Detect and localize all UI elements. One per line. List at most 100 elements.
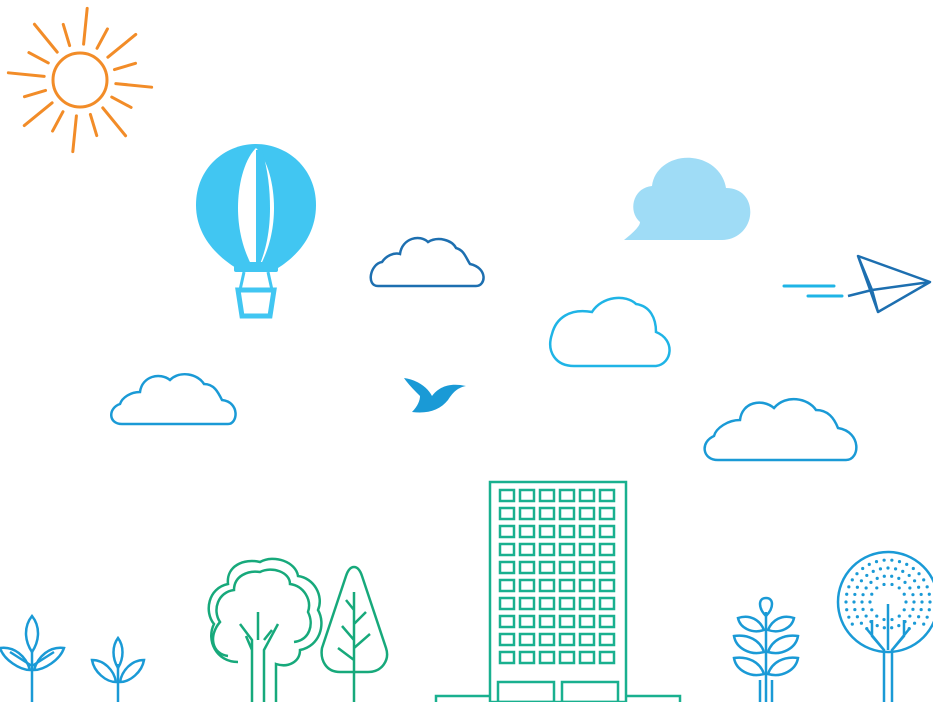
canopy-dot: [882, 582, 886, 587]
canopy-dot: [853, 607, 857, 612]
canopy-dot: [859, 621, 864, 625]
canopy-dot: [902, 608, 906, 612]
canopy-dot: [911, 593, 915, 597]
building-window: [518, 650, 536, 665]
building-window: [578, 488, 596, 503]
canopy-dot: [903, 580, 907, 584]
sun-ray: [95, 27, 109, 50]
canopy-dot: [925, 585, 929, 589]
building-window: [558, 488, 576, 503]
bird-icon: [404, 378, 466, 413]
building-window: [578, 506, 596, 521]
building-window: [578, 596, 596, 611]
canopy-dot: [927, 608, 931, 612]
canopy-dot: [928, 600, 932, 604]
canopy-dot: [882, 574, 886, 578]
building-window: [598, 542, 616, 557]
sun-ray: [71, 114, 78, 154]
sun-icon: [6, 6, 154, 154]
building-window: [598, 506, 616, 521]
building-window: [578, 614, 596, 629]
canopy-dot: [870, 608, 874, 612]
hot-air-balloon-icon: [196, 144, 316, 319]
sun-ray: [101, 106, 128, 138]
building-window: [578, 560, 596, 575]
building-window: [558, 632, 576, 647]
canopy-dot: [875, 614, 879, 618]
canopy-dot: [893, 567, 898, 571]
canopy-dot: [897, 614, 901, 618]
building-window: [538, 650, 556, 665]
building-window: [598, 488, 616, 503]
building-window: [578, 650, 596, 665]
canopy-dot: [875, 576, 879, 580]
building-window: [518, 578, 536, 593]
building-window: [598, 560, 616, 575]
sun-ray: [110, 95, 133, 109]
building-window: [498, 596, 516, 611]
canopy-dot: [911, 566, 915, 571]
canopy-dot: [886, 566, 890, 570]
canopy-dot: [912, 600, 916, 604]
canopy-dot: [925, 615, 929, 619]
canopy-dot: [875, 586, 879, 590]
canopy-dot: [869, 580, 873, 584]
sun-ray: [82, 6, 89, 46]
building-window: [518, 596, 536, 611]
building-window: [538, 578, 556, 593]
canopy-dot: [904, 600, 908, 604]
city-sky-illustration: [0, 6, 933, 702]
building-window: [498, 650, 516, 665]
canopy-dot: [890, 558, 894, 562]
building-window: [598, 578, 616, 593]
building-window: [538, 524, 556, 539]
canopy-dot: [861, 607, 865, 611]
building-window: [598, 524, 616, 539]
sun-ray: [22, 101, 54, 128]
cloud-icon: [369, 236, 485, 288]
canopy-dot: [890, 617, 894, 622]
building-window: [558, 506, 576, 521]
canopy-dot: [908, 614, 912, 618]
building-window: [498, 560, 516, 575]
canopy-dot: [855, 585, 859, 589]
canopy-dot: [890, 582, 894, 587]
canopy-dot: [861, 593, 865, 597]
building-window: [538, 614, 556, 629]
building-window: [518, 506, 536, 521]
building-window: [598, 632, 616, 647]
canopy-dot: [868, 600, 872, 604]
building-window: [538, 506, 556, 521]
canopy-dot: [890, 626, 894, 630]
building-window: [538, 560, 556, 575]
canopy-dot: [852, 600, 856, 604]
canopy-dot: [882, 617, 886, 622]
tree-icon: [207, 557, 323, 702]
canopy-dot: [861, 566, 865, 571]
canopy-dot: [882, 558, 886, 562]
sun-ray: [112, 61, 138, 72]
canopy-dot: [860, 600, 864, 604]
tree-icon: [320, 565, 389, 702]
sun-ray: [27, 51, 50, 65]
building-window: [498, 614, 516, 629]
cloud-icon: [703, 398, 858, 462]
building-window: [558, 524, 576, 539]
canopy-dot: [897, 624, 901, 628]
sun-ray: [32, 22, 59, 54]
canopy-dot: [922, 578, 926, 582]
canopy-dot: [871, 569, 875, 573]
building-window: [498, 506, 516, 521]
cloud-icon: [110, 372, 237, 426]
canopy-dot: [845, 592, 849, 596]
canopy-dot: [922, 622, 926, 626]
building-window: [538, 596, 556, 611]
cloud-icon: [549, 296, 671, 368]
sprout-icon: [732, 596, 800, 702]
canopy-dot: [890, 574, 894, 578]
canopy-dot: [855, 615, 859, 619]
canopy-dot: [908, 586, 912, 590]
sun-ray: [88, 112, 99, 138]
sun-ray: [61, 22, 72, 48]
canopy-dot: [917, 585, 921, 589]
